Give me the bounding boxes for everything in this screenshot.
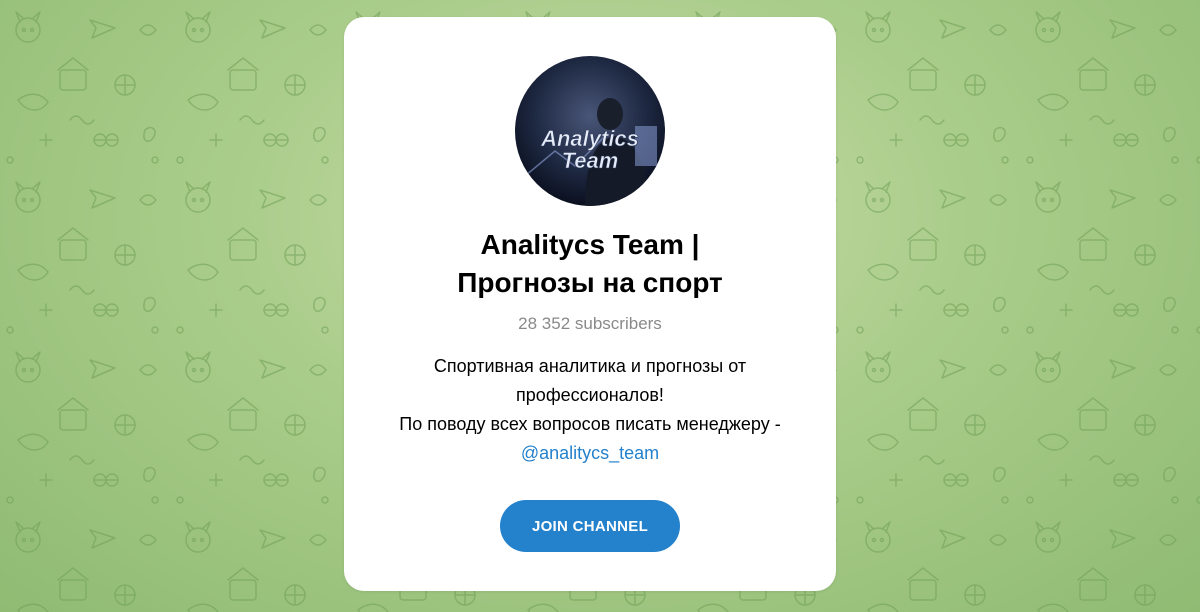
subscriber-count: 28 352 subscribers [518,314,662,333]
channel-avatar: Analytics Team [515,56,665,206]
description-line3: По поводу всех вопросов писать менеджеру… [399,414,781,434]
description-line2: профессионалов! [516,385,664,405]
avatar-image: Analytics Team [515,56,665,206]
channel-title-line2: Прогнозы на спорт [457,267,723,298]
channel-description: Спортивная аналитика и прогнозы от профе… [344,352,836,468]
channel-title-line1: Analitycs Team | [480,229,700,260]
avatar-logo-text: Team [562,148,619,173]
join-channel-button[interactable]: JOIN CHANNEL [500,500,680,552]
manager-link[interactable]: @analitycs_team [521,439,659,468]
channel-title: Analitycs Team | Прогнозы на спорт [344,226,836,302]
channel-card: Analytics Team Analitycs Team | Прогнозы… [344,17,836,591]
description-line1: Спортивная аналитика и прогнозы от [433,356,747,376]
